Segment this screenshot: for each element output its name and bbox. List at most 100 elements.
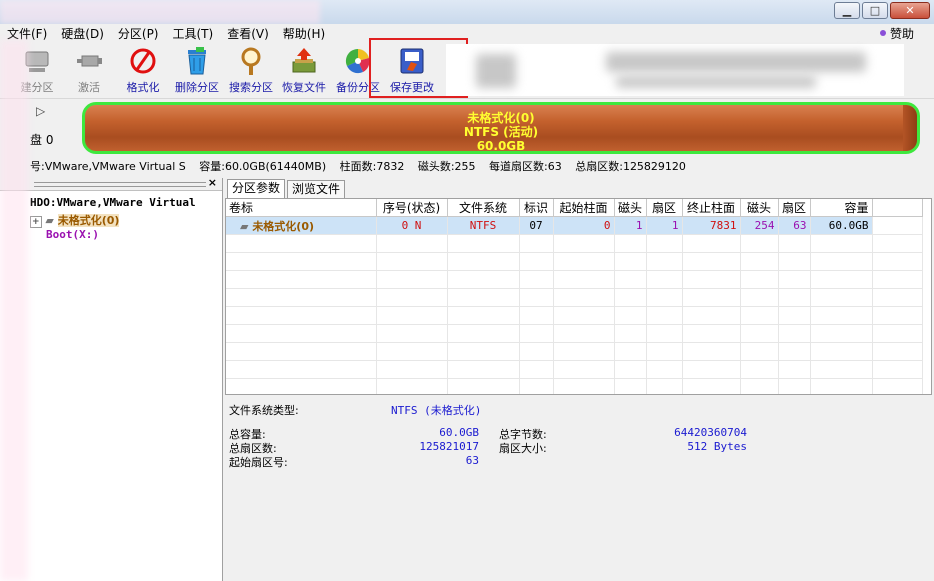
disk-capacity: 容量:60.0GB(61440MB) bbox=[199, 160, 327, 173]
table-row bbox=[226, 360, 923, 379]
cell-start-cylinder: 0 bbox=[553, 216, 615, 235]
search-partition-label: 搜索分区 bbox=[229, 81, 273, 94]
tab-browse-files[interactable]: 浏览文件 bbox=[287, 180, 346, 198]
cell-end-sector: 63 bbox=[778, 216, 811, 235]
disk-total-sectors: 总扇区数:125829120 bbox=[575, 160, 686, 173]
activate-label: 激活 bbox=[78, 81, 100, 94]
partition-bar[interactable]: 未格式化(0) NTFS (活动) 60.0GB bbox=[82, 102, 920, 154]
activate-button[interactable]: 激活 bbox=[62, 46, 116, 94]
menu-help[interactable]: 帮助(H) bbox=[276, 25, 332, 42]
window-controls: ▁ □ ✕ bbox=[834, 2, 930, 19]
tree-boot-label: Boot(X:) bbox=[46, 228, 99, 241]
format-button[interactable]: 格式化 bbox=[116, 46, 170, 94]
restore-files-label: 恢复文件 bbox=[282, 81, 326, 94]
title-bar: ▁ □ ✕ bbox=[0, 0, 934, 24]
restore-icon bbox=[289, 46, 319, 76]
table-header-row: 卷标 序号(状态) 文件系统 标识 起始柱面 磁头 扇区 终止柱面 磁头 扇区 … bbox=[226, 199, 923, 217]
minimize-button[interactable]: ▁ bbox=[834, 2, 860, 19]
expand-arrow-icon[interactable]: ▷ bbox=[36, 104, 45, 118]
cell-start-head: 1 bbox=[614, 216, 647, 235]
blurred-left-edge bbox=[0, 40, 28, 581]
table-row bbox=[226, 378, 923, 394]
menu-disk[interactable]: 硬盘(D) bbox=[54, 25, 111, 42]
tab-strip: 分区参数 浏览文件 bbox=[227, 179, 347, 199]
col-capacity[interactable]: 容量 bbox=[810, 199, 873, 217]
table-row bbox=[226, 324, 923, 343]
col-start-head[interactable]: 磁头 bbox=[614, 199, 647, 217]
col-end-head[interactable]: 磁头 bbox=[740, 199, 779, 217]
tree-partition-label: 未格式化(0) bbox=[57, 214, 120, 227]
grip-handle[interactable] bbox=[34, 182, 206, 187]
donate-link[interactable]: 赞助 bbox=[879, 24, 914, 42]
activate-icon bbox=[74, 46, 104, 76]
partition-bar-end bbox=[903, 105, 917, 151]
blurred-banner bbox=[446, 44, 904, 96]
format-icon bbox=[128, 46, 158, 76]
disk-model: 号:VMware,VMware Virtual S bbox=[30, 160, 186, 173]
details-pane: 分区参数 浏览文件 卷标 序号(状态) 文件系统 标识 起始柱面 磁头 扇区 终… bbox=[223, 178, 934, 581]
total-sectors-value: 125821017 bbox=[419, 440, 479, 453]
menu-view[interactable]: 查看(V) bbox=[220, 25, 276, 42]
close-pane-icon[interactable]: × bbox=[208, 176, 217, 189]
col-filesystem[interactable]: 文件系统 bbox=[447, 199, 520, 217]
col-end-sector[interactable]: 扇区 bbox=[778, 199, 811, 217]
col-index-status[interactable]: 序号(状态) bbox=[376, 199, 448, 217]
cell-index-status: 0 N bbox=[376, 216, 448, 235]
cell-capacity: 60.0GB bbox=[810, 216, 873, 235]
partition-bar-name: 未格式化(0) bbox=[467, 111, 535, 125]
cell-filler bbox=[872, 216, 923, 235]
tree-boot-node[interactable]: Boot(X:) bbox=[46, 228, 99, 241]
table-row[interactable]: ▰ 未格式化(0) 0 N NTFS 07 0 1 1 7831 254 63 … bbox=[226, 216, 923, 235]
col-id[interactable]: 标识 bbox=[519, 199, 554, 217]
cell-volume-label-text: 未格式化(0) bbox=[252, 219, 315, 233]
sector-size-label: 扇区大小: bbox=[499, 442, 547, 455]
col-volume-label[interactable]: 卷标 bbox=[226, 199, 377, 217]
col-start-cylinder[interactable]: 起始柱面 bbox=[553, 199, 615, 217]
maximize-button[interactable]: □ bbox=[862, 2, 888, 19]
format-label: 格式化 bbox=[126, 81, 160, 94]
expand-toggle-icon[interactable]: + bbox=[30, 216, 42, 228]
disk-tree-pane: × HDO:VMware,VMware Virtual + ▰ 未格式化(0) … bbox=[0, 176, 223, 581]
col-filler bbox=[872, 199, 923, 217]
disk-cylinders: 柱面数:7832 bbox=[339, 160, 405, 173]
tree-disk-label: HDO:VMware,VMware Virtual bbox=[30, 196, 196, 209]
disk-map: ▷ 盘 0 未格式化(0) NTFS (活动) 60.0GB bbox=[0, 99, 934, 156]
cell-start-sector: 1 bbox=[646, 216, 683, 235]
table-row bbox=[226, 288, 923, 307]
menu-tools[interactable]: 工具(T) bbox=[166, 25, 221, 42]
cell-id: 07 bbox=[519, 216, 554, 235]
blurred-title bbox=[0, 0, 320, 24]
tree-partition-node[interactable]: + ▰ 未格式化(0) bbox=[30, 212, 120, 228]
col-end-cylinder[interactable]: 终止柱面 bbox=[682, 199, 741, 217]
fs-type-label: 文件系统类型: bbox=[229, 404, 299, 417]
tree-pane-header: × bbox=[0, 176, 222, 191]
drive-icon: ▰ bbox=[240, 219, 249, 233]
donate-label: 赞助 bbox=[889, 26, 914, 41]
table-row bbox=[226, 306, 923, 325]
table-row bbox=[226, 342, 923, 361]
menu-file[interactable]: 文件(F) bbox=[0, 25, 54, 42]
sector-size-value: 512 Bytes bbox=[687, 440, 747, 453]
search-partition-button[interactable]: 搜索分区 bbox=[224, 46, 278, 94]
table-row bbox=[226, 234, 923, 253]
start-sector-label: 起始扇区号: bbox=[229, 456, 288, 469]
delete-partition-label: 删除分区 bbox=[175, 81, 219, 94]
disk-sectors-per-track: 每道扇区数:63 bbox=[489, 160, 562, 173]
delete-partition-button[interactable]: 删除分区 bbox=[170, 46, 224, 94]
tab-partition-params[interactable]: 分区参数 bbox=[227, 179, 286, 199]
disk-label: 盘 0 bbox=[30, 133, 54, 147]
col-start-sector[interactable]: 扇区 bbox=[646, 199, 683, 217]
total-capacity-value: 60.0GB bbox=[439, 426, 479, 439]
close-button[interactable]: ✕ bbox=[890, 2, 930, 19]
magnifier-icon bbox=[236, 46, 266, 76]
restore-files-button[interactable]: 恢复文件 bbox=[277, 46, 331, 94]
cell-volume-label: ▰ 未格式化(0) bbox=[226, 216, 377, 235]
cell-filesystem: NTFS bbox=[447, 216, 520, 235]
disk-heads: 磁头数:255 bbox=[417, 160, 476, 173]
tree-disk-node[interactable]: HDO:VMware,VMware Virtual bbox=[30, 196, 196, 209]
drive-icon: ▰ bbox=[45, 214, 54, 227]
menu-partition[interactable]: 分区(P) bbox=[111, 25, 166, 42]
cell-end-head: 254 bbox=[740, 216, 779, 235]
donate-icon bbox=[879, 30, 886, 36]
start-sector-value: 63 bbox=[465, 454, 479, 467]
